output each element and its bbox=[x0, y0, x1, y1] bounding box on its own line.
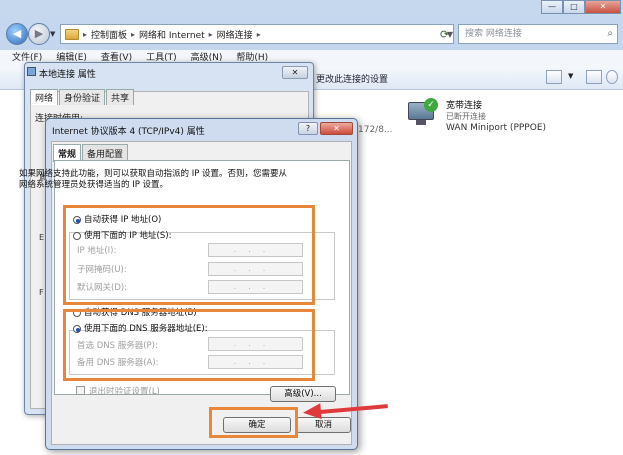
refresh-icon[interactable]: ⟳ bbox=[440, 28, 449, 41]
search-icon[interactable]: ⌕ bbox=[607, 25, 613, 43]
obscured-text: F bbox=[39, 288, 44, 297]
breadcrumb-network-connections[interactable]: 网络连接 bbox=[217, 28, 253, 41]
check-icon: ✓ bbox=[424, 98, 438, 112]
description-text: 如果网络支持此功能，则可以获取自动指派的 IP 设置。否则，您需要从网络系统管理… bbox=[19, 169, 288, 190]
obscured-text: E bbox=[39, 233, 45, 242]
caption-buttons: — □ ✕ bbox=[541, 0, 621, 14]
arrow-left-icon bbox=[302, 403, 322, 421]
connection-name: 宽带连接 bbox=[446, 101, 483, 111]
tab-network[interactable]: 网络 bbox=[30, 89, 59, 105]
navigation-row: ◀ ▶ ▼ ▸ 控制面板 ▸ 网络和 Internet ▸ 网络连接 ▸ ▼ ⟳… bbox=[0, 20, 623, 48]
back-button[interactable]: ◀ bbox=[6, 23, 28, 45]
preview-pane-icon[interactable] bbox=[586, 70, 602, 84]
chevron-right-icon: ▸ bbox=[131, 29, 136, 39]
tab-sharing[interactable]: 共享 bbox=[106, 89, 135, 105]
close-button[interactable]: ✕ bbox=[585, 0, 621, 14]
advanced-button[interactable]: 高级(V)... bbox=[270, 386, 336, 402]
tab-authentication[interactable]: 身份验证 bbox=[59, 89, 106, 105]
breadcrumb-control-panel[interactable]: 控制面板 bbox=[91, 28, 127, 41]
ok-highlight-box bbox=[209, 407, 298, 438]
connection-device: WAN Miniport (PPPOE) bbox=[446, 123, 547, 133]
validate-settings-label: 退出时验证设置(L) bbox=[89, 387, 160, 397]
validate-settings-checkbox[interactable] bbox=[76, 386, 85, 395]
background-connection-text: 172/8... bbox=[358, 125, 393, 135]
view-options-icon[interactable] bbox=[546, 70, 562, 84]
search-input[interactable]: 搜索 网络连接 ⌕ bbox=[458, 24, 618, 44]
chevron-right-icon: ▸ bbox=[256, 29, 261, 39]
change-settings-command[interactable]: 更改此连接的设置 bbox=[316, 72, 388, 85]
control-panel-icon bbox=[65, 28, 79, 40]
dialog-title: 本地连接 属性 bbox=[39, 70, 96, 80]
close-button[interactable]: ✕ bbox=[282, 66, 308, 79]
help-button[interactable]: ? bbox=[298, 122, 318, 135]
network-icon bbox=[27, 67, 36, 76]
forward-button[interactable]: ▶ bbox=[28, 23, 50, 45]
network-connection-icon: ✓ bbox=[406, 98, 440, 128]
dns-highlight-box bbox=[63, 309, 315, 381]
dialog-title: Internet 协议版本 4 (TCP/IPv4) 属性 bbox=[52, 127, 205, 137]
help-icon[interactable] bbox=[606, 70, 618, 84]
address-bar[interactable]: ▸ 控制面板 ▸ 网络和 Internet ▸ 网络连接 ▸ ▼ bbox=[60, 24, 454, 44]
tab-strip: 网络 身份验证 共享 bbox=[30, 89, 135, 105]
search-placeholder: 搜索 网络连接 bbox=[465, 29, 522, 39]
minimize-button[interactable]: — bbox=[541, 0, 563, 14]
chevron-down-icon[interactable]: ▼ bbox=[568, 72, 573, 80]
maximize-button[interactable]: □ bbox=[563, 0, 585, 14]
close-button[interactable]: ✕ bbox=[320, 122, 353, 135]
connection-status: 已断开连接 bbox=[446, 112, 486, 121]
ip-highlight-box bbox=[63, 205, 315, 305]
broadband-connection-item[interactable]: ✓ 宽带连接 已断开连接 WAN Miniport (PPPOE) bbox=[406, 96, 606, 140]
chevron-right-icon: ▸ bbox=[83, 29, 88, 39]
chevron-right-icon: ▸ bbox=[208, 29, 213, 39]
breadcrumb-network-internet[interactable]: 网络和 Internet bbox=[139, 28, 205, 41]
chevron-down-icon[interactable]: ▼ bbox=[50, 30, 55, 38]
